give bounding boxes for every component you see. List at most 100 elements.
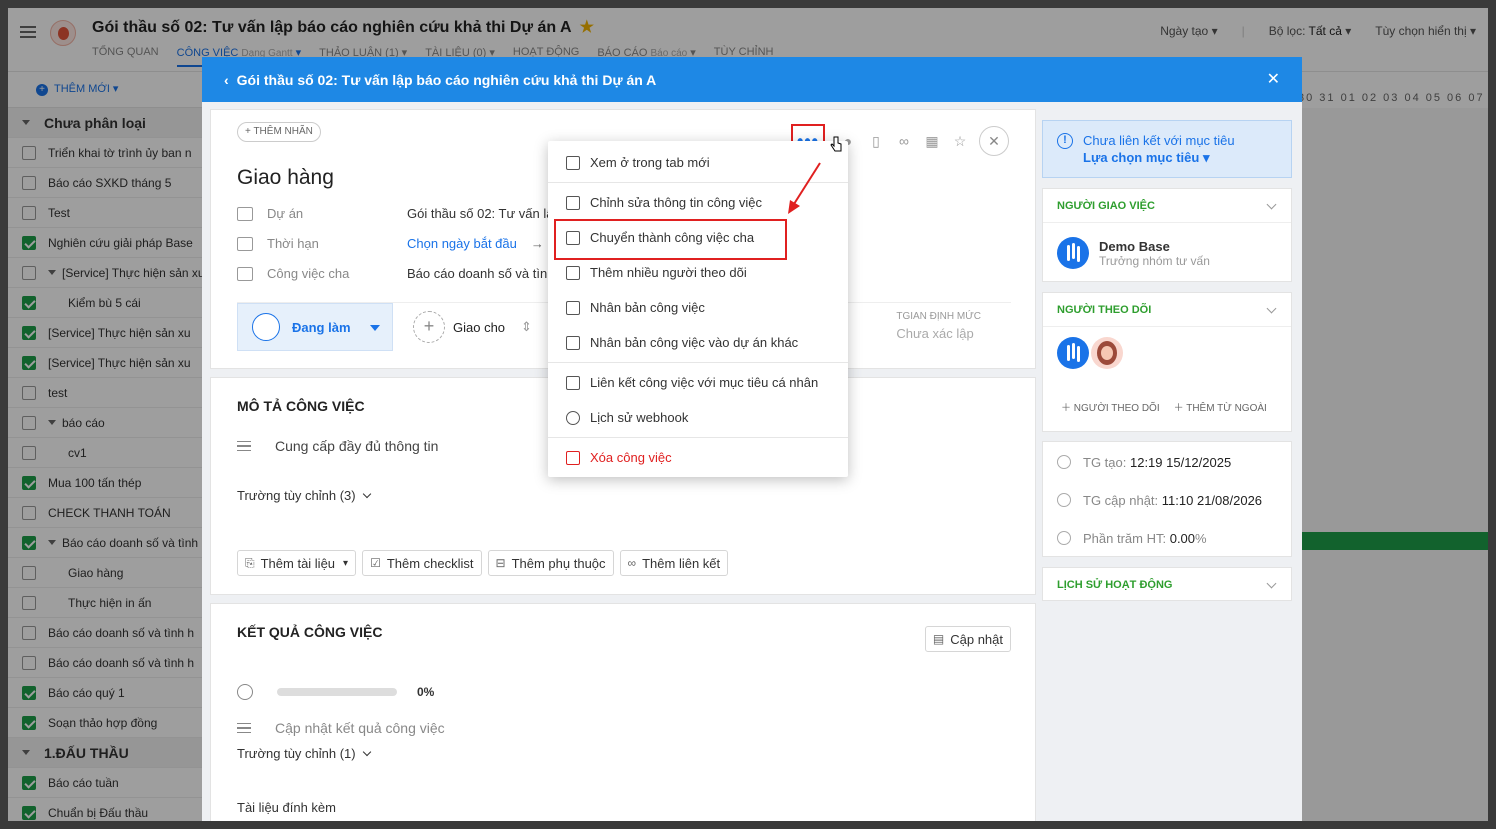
result-heading: KẾT QUẢ CÔNG VIỆC (237, 624, 383, 640)
add-link-button[interactable]: ∞ Thêm liên kết (619, 550, 729, 576)
add-follower-button[interactable]: ＋ NGƯỜI THEO DÕI (1061, 399, 1160, 414)
progress-bar[interactable] (277, 688, 397, 696)
project-row: Dự án Gói thầu số 02: Tư vấn lập (237, 206, 561, 221)
back-icon[interactable]: ‹ (224, 72, 229, 88)
add-dependency-button[interactable]: ⊟ Thêm phụ thuộc (487, 550, 614, 576)
select-goal-link[interactable]: Lựa chọn mục tiêu ▾ (1083, 150, 1291, 166)
menu-open-new-tab[interactable]: Xem ở trong tab mới (548, 145, 848, 180)
calendar-icon[interactable]: ▦ (923, 132, 941, 150)
assign-button[interactable]: + Giao cho ⇕ (413, 311, 532, 343)
goal-link-box[interactable]: ! Chưa liên kết với mục tiêu Lựa chọn mụ… (1042, 120, 1292, 178)
parent-task-icon (237, 266, 253, 281)
avatar[interactable] (1091, 337, 1123, 369)
assigner-heading[interactable]: NGƯỜI GIAO VIỆC (1043, 189, 1291, 223)
follower-avatars (1043, 327, 1291, 369)
external-link-icon (566, 155, 580, 170)
more-options-menu: Xem ở trong tab mới Chỉnh sửa thông tin … (548, 141, 848, 477)
arrow-right-icon: → (530, 236, 544, 251)
activity-history-section: LỊCH SỬ HOẠT ĐỘNG (1042, 567, 1292, 601)
result-card: KẾT QUẢ CÔNG VIỆC ▤ Cập nhật 0% Cập nhật … (210, 603, 1036, 821)
calendar-clock-icon (237, 236, 253, 251)
caret-down-icon (370, 325, 380, 331)
user-icon (1057, 455, 1071, 469)
divider (548, 362, 848, 363)
app-window: Gói thầu số 02: Tư vấn lập báo cáo nghiê… (8, 8, 1488, 821)
estimate-label: TGIAN ĐỊNH MỨC (896, 311, 981, 322)
clock-icon (1057, 493, 1071, 507)
chevron-down-icon (1266, 303, 1277, 314)
status-dropdown[interactable]: Đang làm (237, 303, 393, 351)
project-value[interactable]: Gói thầu số 02: Tư vấn lập (407, 206, 561, 221)
estimate[interactable]: TGIAN ĐỊNH MỨC Chưa xác lập (896, 311, 981, 341)
paperclip-icon: ⎘ (245, 555, 255, 570)
bookmark-icon[interactable]: ▯ (867, 132, 885, 150)
chevron-down-icon (1266, 578, 1277, 589)
star-outline-icon[interactable]: ☆ (951, 132, 969, 150)
menu-duplicate-to-project[interactable]: Nhân bản công việc vào dự án khác (548, 325, 848, 360)
checklist-icon: ☑ (370, 556, 381, 570)
globe-icon (566, 410, 580, 425)
custom-fields-toggle[interactable]: Trường tùy chỉnh (3) (237, 488, 371, 503)
text-icon (237, 441, 251, 451)
sort-icon: ⇕ (521, 319, 532, 334)
start-date-picker[interactable]: Chọn ngày bắt đầu (407, 236, 517, 251)
followers-section: NGƯỜI THEO DÕI ＋ NGƯỜI THEO DÕI ＋ THÊM TỪ… (1042, 292, 1292, 432)
menu-link-goal[interactable]: Liên kết công việc với mục tiêu cá nhân (548, 365, 848, 400)
updated-time: TG cập nhật: 11:10 21/08/2026 (1043, 481, 1291, 519)
deadline-label: Thời hạn (267, 236, 319, 251)
deadline-row: Thời hạn Chọn ngày bắt đầu → (237, 236, 544, 251)
assigner[interactable]: Demo Base Trưởng nhóm tư vấn (1043, 223, 1291, 269)
divider (548, 437, 848, 438)
info-icon: ! (1057, 133, 1073, 149)
update-result-button[interactable]: ▤ Cập nhật (924, 626, 1011, 652)
flag-icon (566, 375, 580, 390)
add-document-button[interactable]: ⎘ Thêm tài liệu ▾ (237, 550, 357, 576)
custom-fields-toggle-2[interactable]: Trường tùy chỉnh (1) (237, 746, 371, 761)
link-icon[interactable]: ∞ (895, 132, 913, 150)
plus-square-icon (566, 335, 580, 350)
menu-add-followers[interactable]: Thêm nhiều người theo dõi (548, 255, 848, 290)
close-icon[interactable]: ✕ (1267, 69, 1280, 89)
avatar (1057, 237, 1089, 269)
hand-cursor-icon (830, 136, 842, 152)
avatar[interactable] (1057, 337, 1089, 369)
menu-duplicate[interactable]: Nhân bản công việc (548, 290, 848, 325)
percent-complete: Phần trăm HT: 0.00% (1043, 519, 1291, 557)
assigner-section: NGƯỜI GIAO VIỆC Demo Base Trưởng nhóm tư … (1042, 188, 1292, 282)
estimate-value: Chưa xác lập (896, 326, 974, 341)
users-icon (566, 265, 580, 280)
progress-row: 0% (237, 684, 434, 700)
description-text[interactable]: Cung cấp đầy đủ thông tin (237, 438, 438, 454)
result-input[interactable]: Cập nhật kết quả công việc (237, 720, 445, 736)
menu-delete-task[interactable]: Xóa công việc (548, 440, 848, 475)
menu-webhook-history[interactable]: Lịch sử webhook (548, 400, 848, 435)
activity-history-heading[interactable]: LỊCH SỬ HOẠT ĐỘNG (1043, 568, 1291, 602)
add-external-button[interactable]: ＋ THÊM TỪ NGOÀI (1174, 399, 1267, 414)
pencil-icon (566, 195, 580, 210)
add-checklist-button[interactable]: ☑ Thêm checklist (362, 550, 482, 576)
attachments-label: Tài liệu đính kèm (237, 800, 336, 815)
assign-label: Giao cho (453, 319, 506, 335)
dependency-icon: ⊟ (495, 556, 506, 570)
add-tag-button[interactable]: + THÊM NHÃN (237, 122, 321, 142)
modal-header: ‹ Gói thầu số 02: Tư vấn lập báo cáo ngh… (202, 57, 1302, 102)
link-icon: ∞ (627, 556, 637, 570)
status-ring-icon (252, 313, 280, 341)
check-circle-icon (1057, 531, 1071, 545)
goal-status: Chưa liên kết với mục tiêu (1083, 133, 1235, 148)
parent-value[interactable]: Báo cáo doanh số và tình (407, 266, 554, 281)
description-heading: MÔ TẢ CÔNG VIỆC (237, 398, 365, 414)
highlight-box (554, 219, 787, 260)
task-title[interactable]: Giao hàng (237, 166, 334, 190)
progress-text: 0% (417, 685, 435, 699)
menu-edit-task[interactable]: Chỉnh sửa thông tin công việc (548, 185, 848, 220)
close-task-icon[interactable]: ✕ (979, 126, 1009, 156)
trash-icon (566, 450, 580, 465)
add-assignee-icon: + (413, 311, 445, 343)
chevron-down-icon (1266, 199, 1277, 210)
modal-header-title[interactable]: Gói thầu số 02: Tư vấn lập báo cáo nghiê… (237, 72, 657, 88)
edit-doc-icon: ▤ (932, 632, 945, 646)
follower-actions: ＋ NGƯỜI THEO DÕI ＋ THÊM TỪ NGOÀI (1043, 399, 1267, 414)
parent-row: Công việc cha Báo cáo doanh số và tình (237, 266, 554, 281)
followers-heading[interactable]: NGƯỜI THEO DÕI (1043, 293, 1291, 327)
